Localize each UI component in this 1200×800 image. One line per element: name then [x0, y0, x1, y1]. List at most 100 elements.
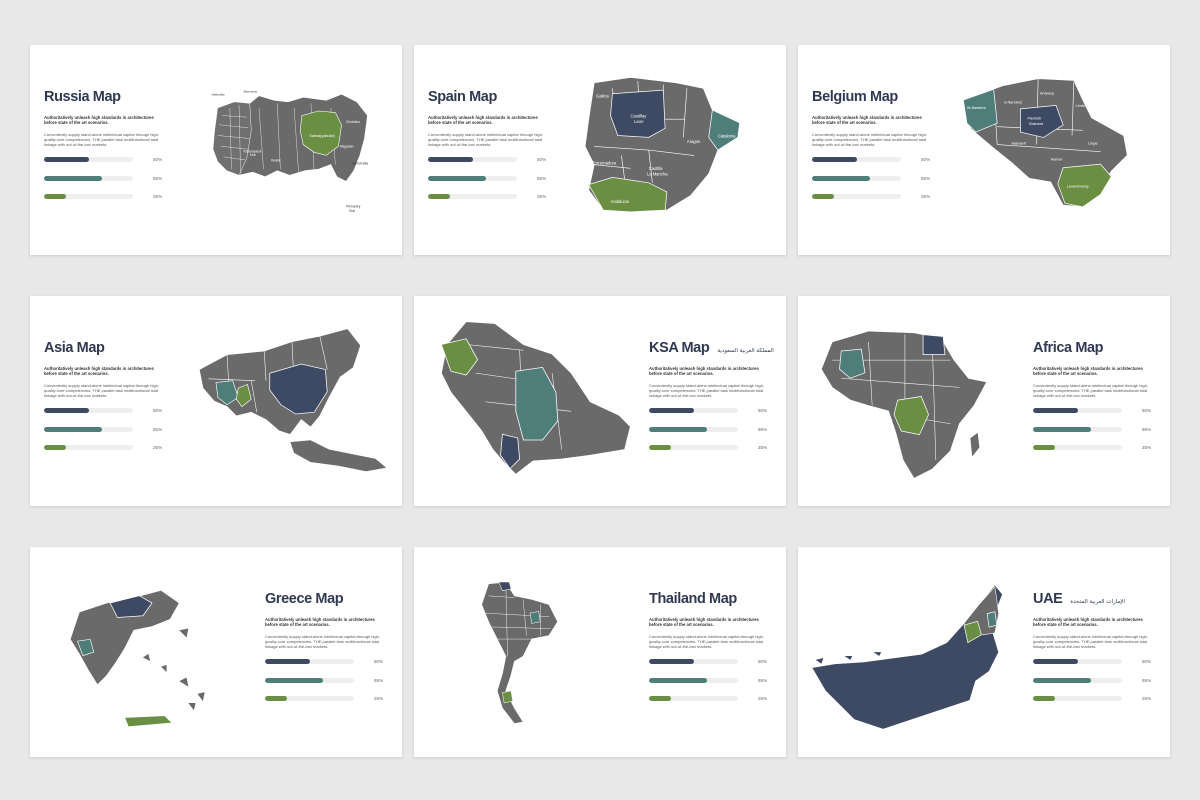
uae-map — [811, 584, 1004, 730]
progress-label: 50% — [1142, 408, 1152, 414]
slide-title: Asia Map — [44, 340, 105, 356]
progress-label: 50% — [153, 157, 163, 163]
map-region-label: Flemish — [1027, 116, 1041, 121]
slide-subtitle: Authoritatively unleash high standards i… — [1033, 617, 1143, 628]
slide-uae-map[interactable]: UAE الإمارات العربية المتحدة Authoritati… — [798, 547, 1170, 757]
surat-thani-region — [502, 690, 514, 704]
progress-bars: 50% 65% 25% — [812, 155, 934, 201]
progress-row: 50% — [428, 155, 550, 164]
progress-label: 25% — [537, 194, 547, 200]
slide-subtitle: Authoritatively unleash high standards i… — [265, 617, 375, 628]
map-region-label: Namur — [1051, 157, 1063, 162]
map-region-label: Luxembourg — [1067, 183, 1089, 188]
progress-row: 65% — [44, 174, 166, 183]
progress-row: 50% — [44, 406, 166, 415]
progress-label: 65% — [374, 677, 384, 683]
greece-islands — [142, 628, 205, 711]
slide-text-block: Russia Map Authoritatively unleash high … — [44, 89, 166, 211]
slide-subtitle: Authoritatively unleash high standards i… — [1033, 366, 1143, 377]
progress-label: 25% — [758, 445, 768, 451]
progress-row: 25% — [428, 192, 550, 201]
belgium-map: Antwerp E-flanders W-flanders Limburg Fl… — [962, 78, 1128, 208]
progress-fill — [44, 194, 67, 200]
progress-label: 50% — [758, 659, 768, 665]
progress-fill — [44, 408, 89, 414]
progress-label: 65% — [758, 426, 768, 432]
slide-subtitle: Authoritatively unleash high standards i… — [428, 115, 538, 126]
slide-subtitle: Authoritatively unleash high standards i… — [649, 617, 759, 628]
slide-text-block: Belgium Map Authoritatively unleash high… — [812, 89, 934, 211]
progress-fill — [812, 157, 857, 163]
progress-row: 65% — [1033, 676, 1155, 685]
thailand-map — [481, 581, 559, 725]
progress-label: 65% — [537, 175, 547, 181]
progress-row: 50% — [1033, 406, 1155, 415]
progress-label: 50% — [1142, 659, 1152, 665]
progress-row: 25% — [265, 694, 387, 703]
map-region-label: Nakhodka — [212, 93, 225, 97]
progress-fill — [265, 677, 323, 683]
progress-label: 25% — [374, 696, 384, 702]
progress-label: 25% — [1142, 445, 1152, 451]
progress-row: 65% — [649, 425, 771, 434]
slide-text-block: KSA Map المملكة العربية السعودية Authori… — [649, 340, 774, 462]
progress-row: 65% — [649, 676, 771, 685]
slide-thailand-map[interactable]: Thailand Map Authoritatively unleash hig… — [414, 547, 786, 757]
crete-region — [124, 715, 173, 727]
map-region-label: Castillay — [631, 113, 648, 118]
slide-description: Conveniently supply stand-alone intellec… — [812, 131, 928, 148]
progress-row: 50% — [265, 657, 387, 666]
progress-fill — [265, 696, 288, 702]
slide-description: Conveniently supply stand-alone intellec… — [428, 131, 544, 148]
slide-text-block: Greece Map Authoritatively unleash high … — [265, 591, 387, 713]
slide-russia-map[interactable]: Russia Map Authoritatively unleash high … — [30, 45, 402, 255]
slide-greece-map[interactable]: Greece Map Authoritatively unleash high … — [30, 547, 402, 757]
slide-ksa-map[interactable]: KSA Map المملكة العربية السعودية Authori… — [414, 296, 786, 506]
progress-fill — [44, 157, 89, 163]
progress-bars: 50% 65% 25% — [1033, 406, 1155, 452]
slide-title: Africa Map — [1033, 340, 1104, 356]
slide-africa-map[interactable]: Africa Map Authoritatively unleash high … — [798, 296, 1170, 506]
map-region-label: La Mancha — [647, 172, 668, 177]
progress-fill — [44, 445, 67, 451]
progress-label: 50% — [921, 157, 931, 163]
asia-islands — [289, 439, 388, 472]
progress-row: 25% — [649, 443, 771, 452]
slide-asia-map[interactable]: Asia Map Authoritatively unleash high st… — [30, 296, 402, 506]
slide-title: KSA Map — [649, 340, 710, 356]
slide-text-block: Asia Map Authoritatively unleash high st… — [44, 340, 166, 462]
progress-label: 50% — [374, 659, 384, 665]
progress-label: 50% — [153, 408, 163, 414]
slide-title: Spain Map — [428, 89, 497, 105]
map-region-label: Krai — [349, 209, 355, 213]
map-region-label: Liege — [1088, 141, 1098, 146]
progress-bars: 50% 65% 25% — [1033, 657, 1155, 703]
progress-fill — [1033, 426, 1091, 432]
progress-fill — [649, 677, 707, 683]
map-region-label: W-flanders — [967, 105, 986, 110]
slide-description: Conveniently supply stand-alone intellec… — [1033, 633, 1149, 650]
map-region-label: Castilla — [649, 166, 663, 171]
russia-map: Sakha(yakutia) Krasnoyarsk Krai Irkutsk … — [212, 90, 369, 213]
progress-fill — [44, 175, 102, 181]
progress-bars: 50% 65% 25% — [428, 155, 550, 201]
slide-belgium-map[interactable]: Belgium Map Authoritatively unleash high… — [798, 45, 1170, 255]
progress-fill — [1033, 677, 1091, 683]
slide-description: Conveniently supply stand-alone intellec… — [265, 633, 381, 650]
greece-map — [69, 589, 205, 727]
slide-text-block: Thailand Map Authoritatively unleash hig… — [649, 591, 771, 713]
map-region-label: Brabant — [1029, 121, 1044, 126]
map-region-label: Catalonia — [718, 133, 736, 138]
progress-label: 25% — [153, 445, 163, 451]
progress-row: 25% — [44, 443, 166, 452]
map-region-label: Krai — [250, 153, 256, 157]
map-region-label: Extremadura — [592, 161, 617, 166]
progress-fill — [1033, 408, 1078, 414]
progress-fill — [649, 426, 707, 432]
slide-spain-map[interactable]: Spain Map Authoritatively unleash high s… — [414, 45, 786, 255]
egypt-region — [922, 334, 946, 355]
progress-label: 65% — [153, 175, 163, 181]
progress-fill — [265, 659, 310, 665]
slide-description: Conveniently supply stand-alone intellec… — [44, 382, 160, 399]
progress-fill — [428, 175, 486, 181]
